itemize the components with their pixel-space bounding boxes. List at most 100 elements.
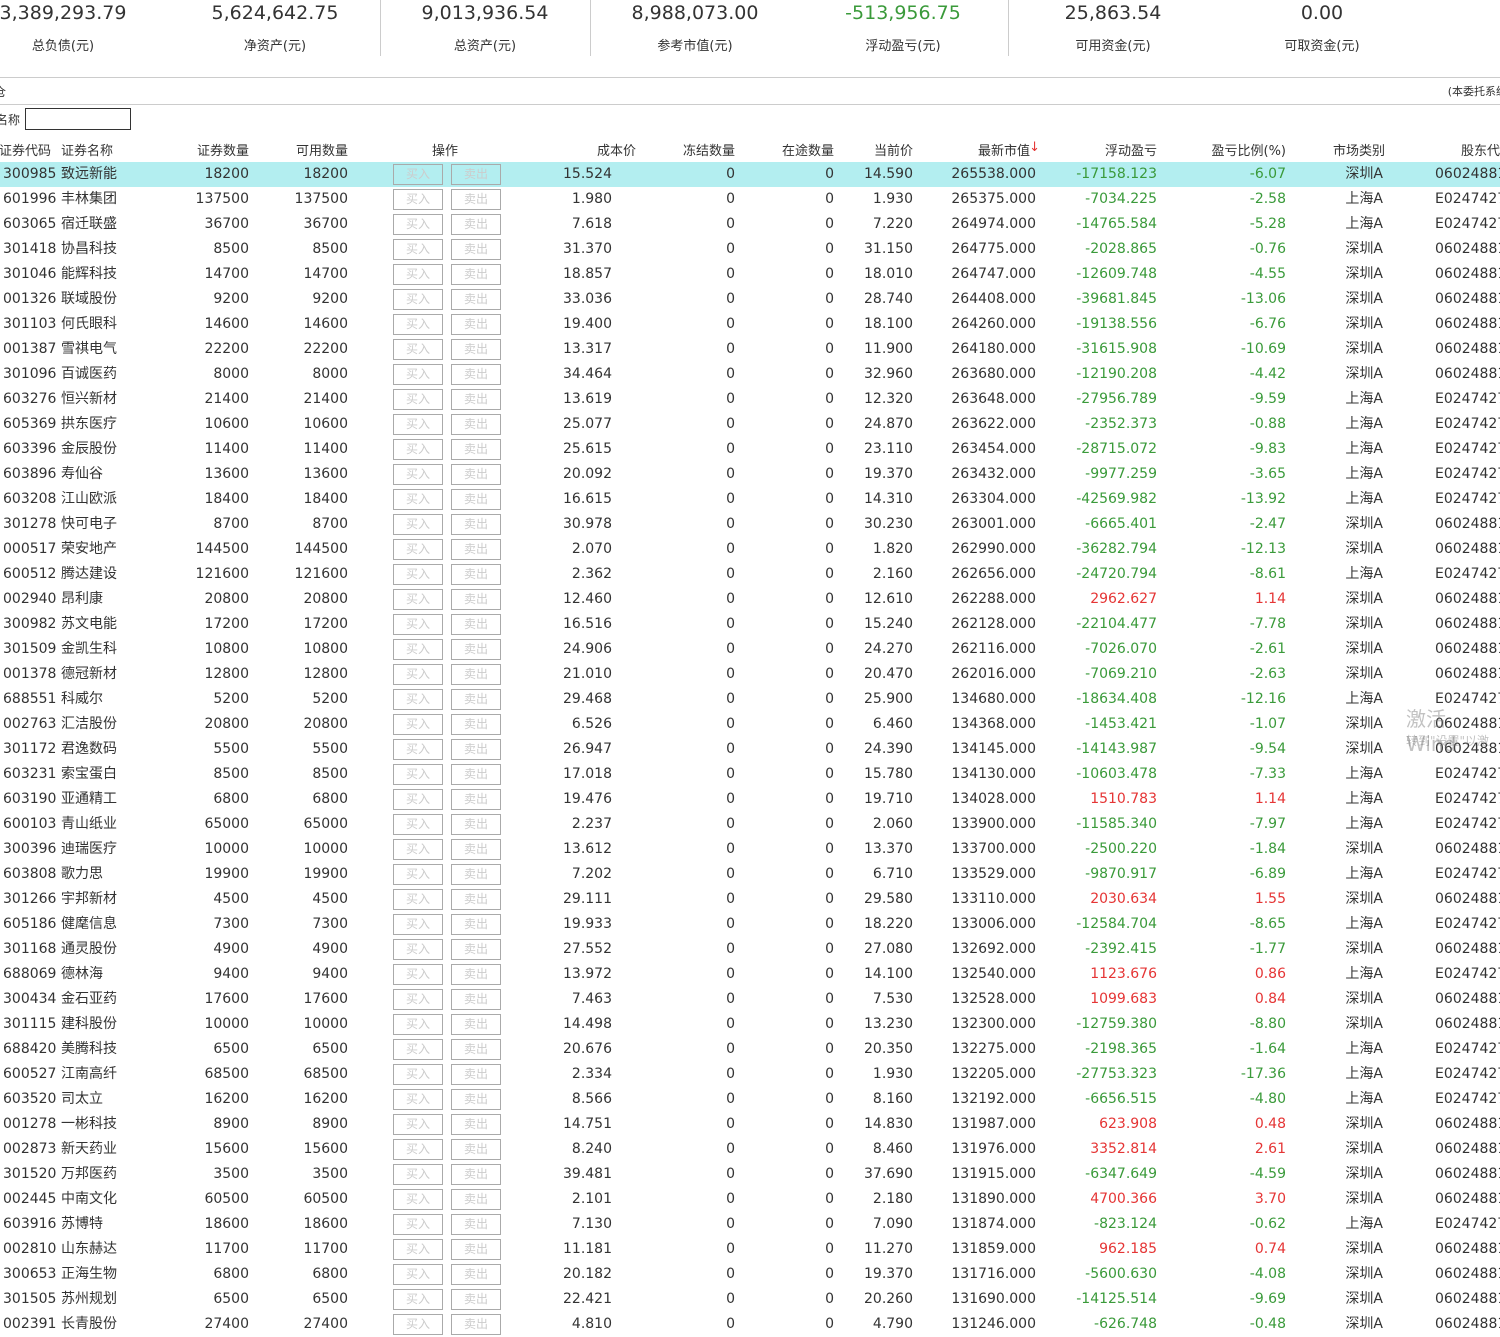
column-header[interactable]: 证券数量 — [197, 140, 249, 159]
sell-button[interactable]: 卖出 — [451, 1214, 501, 1235]
buy-button[interactable]: 买入 — [393, 914, 443, 935]
sell-button[interactable]: 卖出 — [451, 1264, 501, 1285]
column-header[interactable]: 在途数量 — [782, 140, 834, 159]
table-row[interactable]: 301278 快可电子 8700 8700 买入 卖出 30.978 0 0 30.230 2630… — [0, 512, 1500, 537]
sell-button[interactable]: 卖出 — [451, 914, 501, 935]
sell-button[interactable]: 卖出 — [451, 339, 501, 360]
buy-button[interactable]: 买入 — [393, 514, 443, 535]
table-row[interactable]: 001387 雪祺电气 22200 22200 买入 卖出 13.317 0 0 11.900 26… — [0, 337, 1500, 362]
sell-button[interactable]: 卖出 — [451, 764, 501, 785]
sell-button[interactable]: 卖出 — [451, 1039, 501, 1060]
table-row[interactable]: 301103 何氏眼科 14600 14600 买入 卖出 19.400 0 0 18.100 26… — [0, 312, 1500, 337]
table-row[interactable]: 600103 青山纸业 65000 65000 买入 卖出 2.237 0 0 2.060 1339… — [0, 812, 1500, 837]
buy-button[interactable]: 买入 — [393, 864, 443, 885]
sell-button[interactable]: 卖出 — [451, 589, 501, 610]
sell-button[interactable]: 卖出 — [451, 1289, 501, 1310]
table-row[interactable]: 603208 江山欧派 18400 18400 买入 卖出 16.615 0 0 14.310 26… — [0, 487, 1500, 512]
column-header[interactable]: 证券代码 — [0, 140, 51, 159]
sell-button[interactable]: 卖出 — [451, 714, 501, 735]
sell-button[interactable]: 卖出 — [451, 864, 501, 885]
table-row[interactable]: 603190 亚通精工 6800 6800 买入 卖出 19.476 0 0 19.710 1340… — [0, 787, 1500, 812]
table-row[interactable]: 001326 联域股份 9200 9200 买入 卖出 33.036 0 0 28.740 2644… — [0, 287, 1500, 312]
column-header[interactable]: 盈亏比例(%) — [1212, 140, 1287, 159]
buy-button[interactable]: 买入 — [393, 414, 443, 435]
table-row[interactable]: 688420 美腾科技 6500 6500 买入 卖出 20.676 0 0 20.350 1322… — [0, 1037, 1500, 1062]
buy-button[interactable]: 买入 — [393, 1039, 443, 1060]
table-row[interactable]: 301046 能辉科技 14700 14700 买入 卖出 18.857 0 0 18.010 26… — [0, 262, 1500, 287]
table-row[interactable]: 301266 宇邦新材 4500 4500 买入 卖出 29.111 0 0 29.580 1331… — [0, 887, 1500, 912]
table-row[interactable]: 301168 通灵股份 4900 4900 买入 卖出 27.552 0 0 27.080 1326… — [0, 937, 1500, 962]
buy-button[interactable]: 买入 — [393, 1014, 443, 1035]
buy-button[interactable]: 买入 — [393, 689, 443, 710]
sell-button[interactable]: 卖出 — [451, 564, 501, 585]
table-row[interactable]: 603065 宿迁联盛 36700 36700 买入 卖出 7.618 0 0 7.220 2649… — [0, 212, 1500, 237]
sell-button[interactable]: 卖出 — [451, 839, 501, 860]
sell-button[interactable]: 卖出 — [451, 989, 501, 1010]
sell-button[interactable]: 卖出 — [451, 1014, 501, 1035]
buy-button[interactable]: 买入 — [393, 289, 443, 310]
table-row[interactable]: 603916 苏博特 18600 18600 买入 卖出 7.130 0 0 7.090 13187… — [0, 1212, 1500, 1237]
table-row[interactable]: 002763 汇洁股份 20800 20800 买入 卖出 6.526 0 0 6.460 1343… — [0, 712, 1500, 737]
sell-button[interactable]: 卖出 — [451, 789, 501, 810]
table-row[interactable]: 301520 万邦医药 3500 3500 买入 卖出 39.481 0 0 37.690 1319… — [0, 1162, 1500, 1187]
sell-button[interactable]: 卖出 — [451, 464, 501, 485]
table-row[interactable]: 301509 金凯生科 10800 10800 买入 卖出 24.906 0 0 24.270 26… — [0, 637, 1500, 662]
sell-button[interactable]: 卖出 — [451, 814, 501, 835]
buy-button[interactable]: 买入 — [393, 314, 443, 335]
sell-button[interactable]: 卖出 — [451, 514, 501, 535]
sell-button[interactable]: 卖出 — [451, 439, 501, 460]
column-header[interactable]: 成本价 — [597, 140, 636, 159]
table-row[interactable]: 002810 山东赫达 11700 11700 买入 卖出 11.181 0 0 11.270 13… — [0, 1237, 1500, 1262]
table-row[interactable]: 600527 江南高纤 68500 68500 买入 卖出 2.334 0 0 1.930 1322… — [0, 1062, 1500, 1087]
table-row[interactable]: 000517 荣安地产 144500 144500 买入 卖出 2.070 0 0 1.820 26… — [0, 537, 1500, 562]
buy-button[interactable]: 买入 — [393, 839, 443, 860]
sell-button[interactable]: 卖出 — [451, 214, 501, 235]
buy-button[interactable]: 买入 — [393, 639, 443, 660]
buy-button[interactable]: 买入 — [393, 1289, 443, 1310]
sell-button[interactable]: 卖出 — [451, 414, 501, 435]
table-row[interactable]: 601996 丰林集团 137500 137500 买入 卖出 1.980 0 0 1.930 26… — [0, 187, 1500, 212]
sell-button[interactable]: 卖出 — [451, 1064, 501, 1085]
table-row[interactable]: 300434 金石亚药 17600 17600 买入 卖出 7.463 0 0 7.530 1325… — [0, 987, 1500, 1012]
table-row[interactable]: 603896 寿仙谷 13600 13600 买入 卖出 20.092 0 0 19.370 263… — [0, 462, 1500, 487]
column-header[interactable]: 当前价 — [874, 140, 913, 159]
table-row[interactable]: 301096 百诚医药 8000 8000 买入 卖出 34.464 0 0 32.960 2636… — [0, 362, 1500, 387]
sell-button[interactable]: 卖出 — [451, 239, 501, 260]
name-filter-input[interactable] — [25, 108, 132, 130]
sell-button[interactable]: 卖出 — [451, 1164, 501, 1185]
column-header[interactable]: 冻结数量 — [683, 140, 735, 159]
buy-button[interactable]: 买入 — [393, 564, 443, 585]
buy-button[interactable]: 买入 — [393, 1139, 443, 1160]
table-row[interactable]: 688551 科威尔 5200 5200 买入 卖出 29.468 0 0 25.900 13468… — [0, 687, 1500, 712]
buy-button[interactable]: 买入 — [393, 439, 443, 460]
buy-button[interactable]: 买入 — [393, 1264, 443, 1285]
buy-button[interactable]: 买入 — [393, 189, 443, 210]
table-row[interactable]: 001378 德冠新材 12800 12800 买入 卖出 21.010 0 0 20.470 26… — [0, 662, 1500, 687]
sell-button[interactable]: 卖出 — [451, 639, 501, 660]
sell-button[interactable]: 卖出 — [451, 1189, 501, 1210]
sell-button[interactable]: 卖出 — [451, 164, 501, 185]
table-row[interactable]: 002873 新天药业 15600 15600 买入 卖出 8.240 0 0 8.460 1319… — [0, 1137, 1500, 1162]
column-header[interactable]: 股东代 — [1461, 140, 1500, 159]
column-header[interactable]: 可用数量 — [296, 140, 348, 159]
table-row[interactable]: 605369 拱东医疗 10600 10600 买入 卖出 25.077 0 0 24.870 26… — [0, 412, 1500, 437]
buy-button[interactable]: 买入 — [393, 814, 443, 835]
table-row[interactable]: 002391 长青股份 27400 27400 买入 卖出 4.810 0 0 4.790 1312… — [0, 1312, 1500, 1337]
sell-button[interactable]: 卖出 — [451, 189, 501, 210]
buy-button[interactable]: 买入 — [393, 589, 443, 610]
table-row[interactable]: 001278 一彬科技 8900 8900 买入 卖出 14.751 0 0 14.830 1319… — [0, 1112, 1500, 1137]
sell-button[interactable]: 卖出 — [451, 389, 501, 410]
sell-button[interactable]: 卖出 — [451, 664, 501, 685]
table-row[interactable]: 605186 健麾信息 7300 7300 买入 卖出 19.933 0 0 18.220 1330… — [0, 912, 1500, 937]
buy-button[interactable]: 买入 — [393, 714, 443, 735]
buy-button[interactable]: 买入 — [393, 539, 443, 560]
buy-button[interactable]: 买入 — [393, 389, 443, 410]
table-row[interactable]: 603808 歌力思 19900 19900 买入 卖出 7.202 0 0 6.710 13352… — [0, 862, 1500, 887]
buy-button[interactable]: 买入 — [393, 1239, 443, 1260]
column-header[interactable]: 浮动盈亏 — [1105, 140, 1157, 159]
sell-button[interactable]: 卖出 — [451, 1239, 501, 1260]
sell-button[interactable]: 卖出 — [451, 614, 501, 635]
buy-button[interactable]: 买入 — [393, 1064, 443, 1085]
sell-button[interactable]: 卖出 — [451, 264, 501, 285]
buy-button[interactable]: 买入 — [393, 939, 443, 960]
